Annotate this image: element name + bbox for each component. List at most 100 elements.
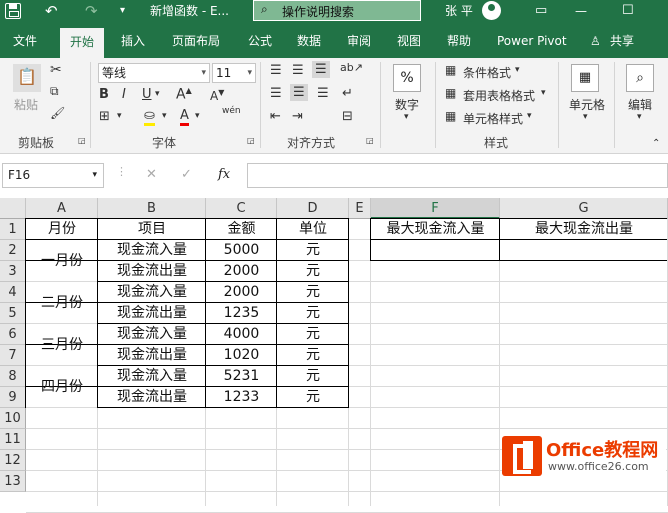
- tab-help[interactable]: 帮助: [447, 22, 471, 58]
- max-inflow-header[interactable]: 最大现金流入量: [371, 219, 500, 240]
- cell-styles-button[interactable]: 单元格样式: [463, 110, 523, 127]
- unit-cell[interactable]: 元: [277, 366, 349, 387]
- amount-cell[interactable]: 4000: [206, 324, 277, 345]
- item-cell[interactable]: 现金流出量: [98, 345, 206, 366]
- phonetic-guide-button[interactable]: wén: [222, 106, 241, 116]
- row-header-11[interactable]: 11: [0, 429, 26, 450]
- name-box[interactable]: F16 ▾: [2, 163, 104, 188]
- column-header-g[interactable]: G: [500, 198, 668, 219]
- item-cell[interactable]: 现金流入量: [98, 366, 206, 387]
- amount-cell[interactable]: 1235: [206, 303, 277, 324]
- alignment-launcher-icon[interactable]: ◲: [366, 136, 374, 145]
- tab-view[interactable]: 视图: [397, 22, 421, 58]
- column-header-d[interactable]: D: [277, 198, 349, 219]
- item-cell[interactable]: 现金流出量: [98, 303, 206, 324]
- month-cell[interactable]: 三月份: [26, 324, 98, 366]
- name-box-dropdown-icon[interactable]: ▾: [92, 164, 97, 187]
- search-box[interactable]: ⌕ 操作说明搜索: [253, 0, 421, 21]
- align-bottom-icon[interactable]: ☰: [312, 61, 330, 78]
- conditional-format-dropdown-icon[interactable]: ▾: [515, 65, 520, 75]
- row-header-6[interactable]: 6: [0, 324, 26, 345]
- row-header-12[interactable]: 12: [0, 450, 26, 471]
- tab-formulas[interactable]: 公式: [248, 22, 272, 58]
- header-cell-d[interactable]: 单位: [277, 219, 349, 240]
- borders-dropdown-icon[interactable]: ▾: [117, 111, 122, 121]
- font-color-button[interactable]: A: [180, 108, 189, 126]
- amount-cell[interactable]: 5231: [206, 366, 277, 387]
- orientation-icon[interactable]: ab↗: [340, 61, 363, 74]
- number-dropdown-icon[interactable]: ▾: [404, 112, 409, 122]
- column-header-a[interactable]: A: [26, 198, 98, 219]
- align-right-icon[interactable]: ☰: [317, 86, 329, 101]
- formula-input[interactable]: [247, 163, 668, 188]
- font-size-select[interactable]: 11 ▾: [212, 63, 256, 83]
- amount-cell[interactable]: 2000: [206, 282, 277, 303]
- row-header-7[interactable]: 7: [0, 345, 26, 366]
- align-left-icon[interactable]: ☰: [270, 86, 282, 101]
- select-all-corner[interactable]: [0, 198, 26, 219]
- customize-quick-access-icon[interactable]: ▾: [120, 0, 125, 22]
- cell-styles-icon[interactable]: ▦: [445, 109, 456, 123]
- percent-icon[interactable]: %: [393, 64, 421, 92]
- font-name-select[interactable]: 等线 ▾: [98, 63, 210, 83]
- row-header-5[interactable]: 5: [0, 303, 26, 324]
- unit-cell[interactable]: 元: [277, 387, 349, 408]
- bold-button[interactable]: B: [99, 87, 109, 102]
- header-cell-b[interactable]: 项目: [98, 219, 206, 240]
- tab-power-pivot[interactable]: Power Pivot: [497, 22, 567, 58]
- align-top-icon[interactable]: ☰: [270, 63, 282, 78]
- minimize-icon[interactable]: —: [575, 0, 587, 22]
- format-painter-icon[interactable]: 🖌: [50, 106, 65, 120]
- cells-button[interactable]: 单元格: [569, 96, 605, 113]
- unit-cell[interactable]: 元: [277, 261, 349, 282]
- unit-cell[interactable]: 元: [277, 282, 349, 303]
- item-cell[interactable]: 现金流出量: [98, 387, 206, 408]
- collapse-ribbon-icon[interactable]: ⌃: [652, 138, 660, 149]
- borders-icon[interactable]: ⊞: [99, 109, 110, 124]
- italic-button[interactable]: I: [122, 87, 126, 102]
- month-cell[interactable]: 四月份: [26, 366, 98, 408]
- column-header-f[interactable]: F: [371, 198, 500, 219]
- save-icon[interactable]: [5, 3, 21, 19]
- max-outflow-header[interactable]: 最大现金流出量: [500, 219, 668, 240]
- format-as-table-button[interactable]: 套用表格格式: [463, 87, 535, 104]
- editing-button[interactable]: 编辑: [628, 96, 652, 113]
- clipboard-launcher-icon[interactable]: ◲: [78, 136, 86, 145]
- amount-cell[interactable]: 1233: [206, 387, 277, 408]
- conditional-format-icon[interactable]: ▦: [445, 63, 456, 77]
- tab-file[interactable]: 文件: [13, 22, 37, 58]
- conditional-format-button[interactable]: 条件格式: [463, 64, 511, 81]
- editing-dropdown-icon[interactable]: ▾: [637, 112, 642, 122]
- unit-cell[interactable]: 元: [277, 303, 349, 324]
- row-header-3[interactable]: 3: [0, 261, 26, 282]
- unit-cell[interactable]: 元: [277, 345, 349, 366]
- item-cell[interactable]: 现金流入量: [98, 240, 206, 261]
- amount-cell[interactable]: 5000: [206, 240, 277, 261]
- tab-home[interactable]: 开始: [60, 28, 105, 58]
- cell-styles-dropdown-icon[interactable]: ▾: [527, 111, 532, 121]
- decrease-indent-icon[interactable]: ⇤: [270, 109, 281, 124]
- month-cell[interactable]: 二月份: [26, 282, 98, 324]
- increase-font-icon[interactable]: A▲: [176, 86, 192, 103]
- unit-cell[interactable]: 元: [277, 240, 349, 261]
- align-center-icon[interactable]: ☰: [290, 84, 308, 101]
- decrease-font-icon[interactable]: A▼: [210, 88, 224, 103]
- item-cell[interactable]: 现金流入量: [98, 324, 206, 345]
- column-header-b[interactable]: B: [98, 198, 206, 219]
- maximize-icon[interactable]: ☐: [622, 0, 634, 22]
- row-header-8[interactable]: 8: [0, 366, 26, 387]
- amount-cell[interactable]: 1020: [206, 345, 277, 366]
- unit-cell[interactable]: 元: [277, 324, 349, 345]
- tab-data[interactable]: 数据: [297, 22, 321, 58]
- amount-cell[interactable]: 2000: [206, 261, 277, 282]
- avatar[interactable]: [482, 1, 501, 20]
- tab-insert[interactable]: 插入: [121, 22, 145, 58]
- month-cell[interactable]: 一月份: [26, 240, 98, 282]
- tab-share[interactable]: 共享: [610, 22, 634, 58]
- ribbon-display-icon[interactable]: ▭: [535, 0, 547, 22]
- format-as-table-icon[interactable]: ▦: [445, 86, 456, 100]
- underline-dropdown-icon[interactable]: ▾: [155, 89, 160, 99]
- row-header-10[interactable]: 10: [0, 408, 26, 429]
- item-cell[interactable]: 现金流出量: [98, 261, 206, 282]
- redo-icon[interactable]: ↷: [85, 0, 98, 22]
